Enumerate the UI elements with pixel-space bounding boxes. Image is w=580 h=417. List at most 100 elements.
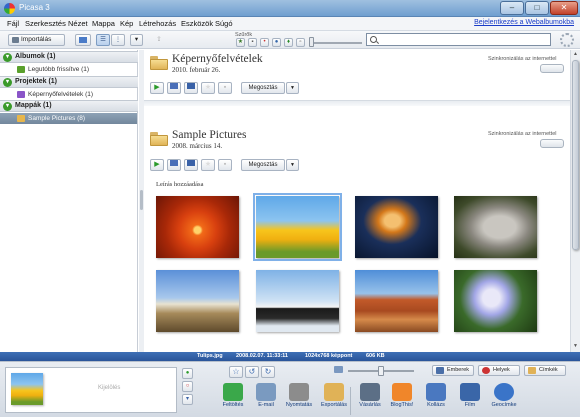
people-button[interactable]: Emberek	[432, 365, 474, 376]
tray-thumbnail-tulips[interactable]	[11, 373, 43, 405]
thumbnail-lighthouse[interactable]	[156, 270, 239, 332]
star-button[interactable]: ★	[201, 159, 215, 171]
search-icon	[370, 36, 377, 43]
tray-hold-button[interactable]: ●	[182, 368, 193, 379]
maximize-button[interactable]: □	[525, 1, 549, 15]
thumbnail-jellyfish[interactable]	[355, 196, 438, 258]
save-button[interactable]: ▪	[218, 82, 232, 94]
star-button[interactable]: ★	[201, 82, 215, 94]
sidebar-item-screenshots[interactable]: Képernyőfelvételek (1)	[0, 89, 137, 100]
thumbnail-koala[interactable]	[454, 196, 537, 258]
thumbnail-chrysanthemum[interactable]	[156, 196, 239, 258]
sync-label: Szinkronizálás az internettel	[488, 56, 557, 62]
filter-date-button[interactable]: ▫	[296, 38, 305, 47]
sync-toggle[interactable]	[540, 139, 564, 148]
tree-view-button[interactable]: ⋮	[111, 34, 125, 46]
sidebar-item-sample-pictures[interactable]: Sample Pictures (8)	[0, 113, 137, 124]
scroll-down-icon[interactable]: ▼	[573, 343, 578, 349]
slideshow-button[interactable]: ▶	[150, 82, 164, 94]
rotate-right-icon: ↻	[264, 367, 272, 376]
thumbnail-desert[interactable]	[355, 270, 438, 332]
scroll-up-icon[interactable]: ▲	[573, 51, 578, 57]
web-album-button[interactable]	[184, 159, 198, 171]
add-caption-link[interactable]: Leírás hozzáadása	[156, 181, 203, 188]
album-title: Képernyőfelvételek	[172, 53, 263, 65]
filter-faces-button[interactable]: •	[260, 38, 269, 47]
tray-add-button[interactable]: ▾	[182, 394, 193, 405]
import-button[interactable]: Importálás	[8, 34, 65, 46]
edit-button[interactable]	[167, 82, 181, 94]
email-button[interactable]: E-mail	[248, 382, 284, 417]
library-scrollbar[interactable]: ▲ ▼	[570, 50, 580, 352]
menu-view[interactable]: Nézet	[68, 19, 88, 28]
export-icon	[324, 383, 344, 401]
filter-geotag-button[interactable]: ♦	[284, 38, 293, 47]
sidebar-item-label: Sample Pictures (8)	[28, 115, 86, 122]
collapse-icon[interactable]: ▾	[3, 53, 12, 62]
search-input[interactable]	[380, 35, 548, 45]
group-albums[interactable]: ▾ Albumok (1)	[0, 51, 138, 63]
share-button[interactable]: Megosztás	[241, 82, 285, 94]
filter-video-button[interactable]: ▪	[248, 38, 257, 47]
edit-button[interactable]	[167, 159, 181, 171]
edit-icon	[170, 83, 178, 89]
group-projects[interactable]: ▾ Projektek (1)	[0, 76, 138, 88]
menu-folder[interactable]: Mappa	[92, 19, 115, 28]
blogthis-button[interactable]: BlogThis!	[384, 382, 420, 417]
minimize-button[interactable]: –	[500, 1, 524, 15]
share-dropdown[interactable]: ▼	[286, 159, 299, 171]
movie-button[interactable]: Film	[452, 382, 488, 417]
tray-clear-button[interactable]: ○	[182, 381, 193, 392]
menu-tools[interactable]: Eszközök	[181, 19, 213, 28]
album-date: 2010. február 26.	[172, 66, 221, 74]
sync-label: Szinkronizálás az internettel	[488, 131, 557, 137]
places-button[interactable]: Helyek	[478, 365, 520, 376]
collapse-icon[interactable]: ▾	[3, 102, 12, 111]
filter-starred-button[interactable]: ★	[236, 38, 245, 47]
group-label: Mappák (1)	[15, 102, 52, 109]
close-button[interactable]: ✕	[550, 1, 578, 15]
upload-toolbar-button[interactable]	[75, 34, 91, 46]
thumbnail-penguins[interactable]	[256, 270, 339, 332]
collapse-icon[interactable]: ▾	[3, 78, 12, 87]
web-album-button[interactable]	[184, 82, 198, 94]
menu-picture[interactable]: Kép	[120, 19, 133, 28]
filter-people-button[interactable]: ●	[272, 38, 281, 47]
print-button[interactable]: Nyomtatás	[281, 382, 317, 417]
menu-help[interactable]: Súgó	[215, 19, 233, 28]
sync-toolbar-button[interactable]: ⇪	[151, 34, 167, 46]
view-options-dropdown[interactable]: ▾	[130, 34, 143, 46]
signin-link[interactable]: Bejelentkezés a Webalbumokba	[474, 19, 574, 26]
tags-button[interactable]: Címkék	[524, 365, 566, 376]
geotag-button[interactable]: Geocímke	[486, 382, 522, 417]
group-folders[interactable]: ▾ Mappák (1)	[0, 100, 138, 112]
slideshow-button[interactable]: ▶	[150, 159, 164, 171]
folder-icon	[150, 56, 168, 70]
share-button[interactable]: Megosztás	[241, 159, 285, 171]
album-add-icon: ▾	[185, 396, 189, 402]
upload-button[interactable]: Feltöltés	[215, 382, 251, 417]
sidebar-item-recent[interactable]: Legutóbb frissítve (1)	[0, 64, 137, 75]
date-filter-slider[interactable]	[309, 37, 314, 47]
save-button[interactable]: ▪	[218, 159, 232, 171]
places-label: Helyek	[493, 367, 510, 373]
rotate-left-button[interactable]: ↺	[245, 366, 259, 378]
menu-file[interactable]: Fájl	[7, 19, 19, 28]
collage-button[interactable]: Kollázs	[418, 382, 454, 417]
share-dropdown[interactable]: ▼	[286, 82, 299, 94]
list-view-button[interactable]: ☰	[96, 34, 110, 46]
sync-toggle[interactable]	[540, 64, 564, 73]
scroll-thumb[interactable]	[572, 60, 579, 250]
play-icon: ▶	[154, 161, 160, 168]
export-button[interactable]: Exportálás	[316, 382, 352, 417]
thumbnail-size-slider[interactable]	[378, 366, 384, 376]
thumbnail-hydrangeas[interactable]	[454, 270, 537, 332]
shop-button[interactable]: Vásárlás	[352, 382, 388, 417]
star-icon: ☆	[232, 367, 240, 376]
rotate-right-button[interactable]: ↻	[261, 366, 275, 378]
thumbnail-tulips[interactable]	[253, 193, 342, 261]
star-toggle-button[interactable]: ☆	[229, 366, 243, 378]
menu-create[interactable]: Létrehozás	[139, 19, 176, 28]
group-label: Albumok (1)	[15, 53, 56, 60]
menu-edit[interactable]: Szerkesztés	[25, 19, 66, 28]
